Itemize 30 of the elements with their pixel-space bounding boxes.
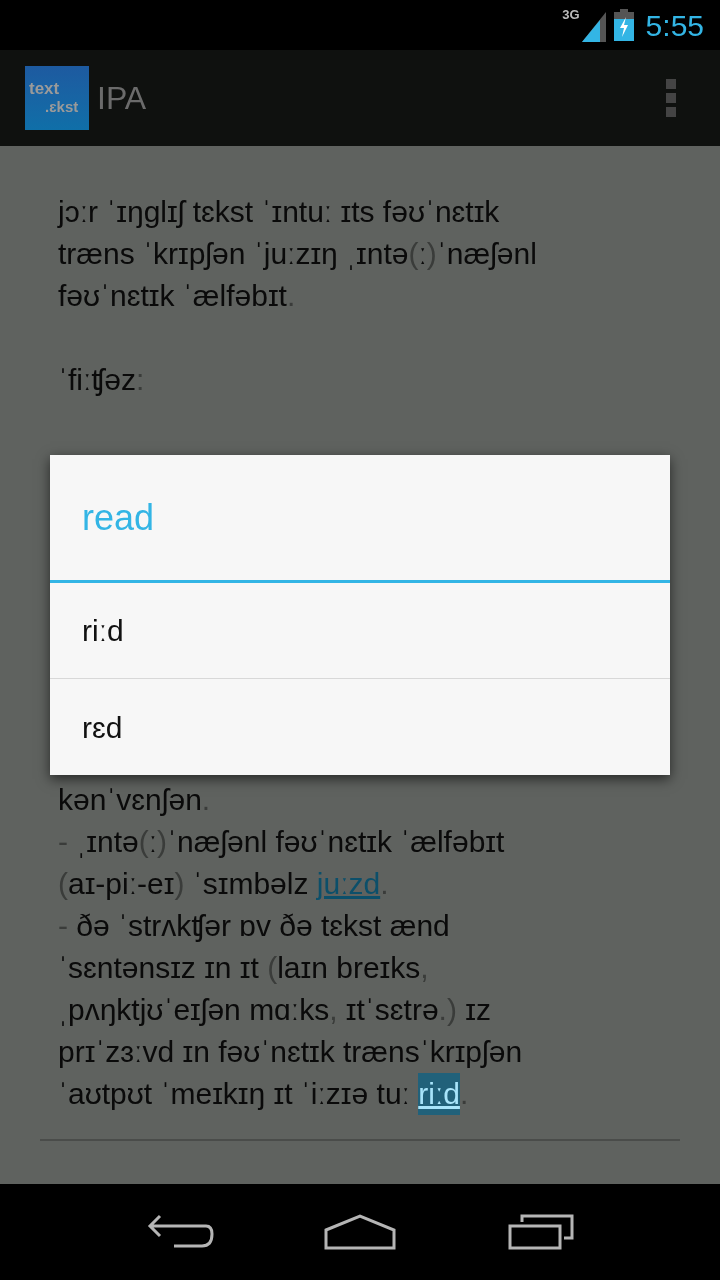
body-text: - ˌɪntə(ː)ˈnæʃənl fəʊˈnɛtɪk ˈælfəbɪt bbox=[58, 824, 506, 860]
pronunciation-option[interactable]: rɛd bbox=[50, 679, 670, 775]
home-icon[interactable] bbox=[322, 1212, 398, 1252]
signal-icon bbox=[581, 12, 606, 42]
app-title: IPA bbox=[97, 79, 147, 118]
logo-text: .ɛkst bbox=[44, 98, 80, 116]
body-text: fəʊˈnɛtɪk ˈælfəbɪt. bbox=[58, 278, 297, 314]
body-text: aɪ-piː-eɪ bbox=[68, 866, 175, 902]
body-text: - ðə ˈstrʌkʧər ɒv ðə tɛkst ænd bbox=[58, 908, 451, 944]
body-text: jɔːr ˈɪŋglɪʃ tɛkst ˈɪntuː ɪts fəʊˈnɛtɪk bbox=[58, 194, 501, 230]
clock: 5:55 bbox=[645, 7, 704, 44]
body-text: . bbox=[380, 866, 389, 902]
body-text: ˈaʊtpʊt ˈmeɪkɪŋ ɪt ˈiːzɪə tuː bbox=[58, 1076, 411, 1112]
word-link[interactable]: riːd bbox=[418, 1073, 460, 1115]
dialog-title: read bbox=[82, 495, 155, 540]
body-text: ( bbox=[58, 866, 68, 902]
logo-text: text bbox=[29, 80, 61, 98]
body-text: kənˈvɛnʃən. bbox=[58, 782, 212, 818]
body-text: prɪˈzɜːvd ɪn fəʊˈnɛtɪk trænsˈkrɪpʃən bbox=[58, 1034, 524, 1070]
body-text: ˈsɪmbəlz bbox=[191, 866, 310, 902]
body-text: ˈfiːʧəz: bbox=[58, 362, 146, 398]
body-text: . bbox=[459, 1076, 469, 1112]
body-text: ˌpʌŋktjʊˈeɪʃən mɑːks, ɪtˈsɛtrə.) ɪz bbox=[58, 992, 492, 1028]
body-text: ˈsɛntənsɪz ɪn ɪt (laɪn breɪks, bbox=[58, 950, 430, 986]
body-text: ) bbox=[174, 866, 185, 902]
body-text: træns ˈkrɪpʃən ˈjuːzɪŋ ˌɪntə(ː)ˈnæʃənl bbox=[58, 236, 538, 272]
recent-apps-icon[interactable] bbox=[506, 1212, 576, 1252]
network-type: 3G bbox=[562, 8, 580, 21]
pronunciation-option[interactable]: riːd bbox=[50, 583, 670, 679]
battery-icon bbox=[613, 9, 634, 41]
